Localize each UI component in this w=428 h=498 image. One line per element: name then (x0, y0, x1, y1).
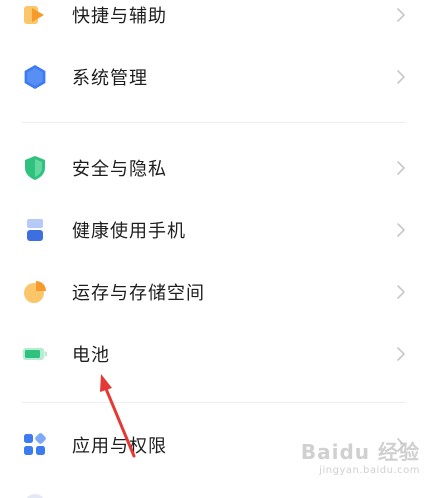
section-divider (22, 122, 406, 123)
shortcut-accessibility-icon (24, 6, 44, 24)
chevron-right-icon (397, 347, 405, 361)
battery-icon (23, 348, 47, 360)
system-management-icon (24, 65, 46, 89)
baidu-jingyan-watermark: Baidu 经验 jingyan.baidu.com (301, 436, 420, 476)
digital-wellbeing-hourglass-icon (27, 219, 43, 241)
settings-item-label: 电池 (72, 345, 110, 366)
chevron-right-icon (397, 223, 405, 237)
settings-list: 快捷与辅助 系统管理 安全与隐私 健康使用手机 运存与存储空间 电池 应用与权限 (0, 0, 428, 498)
chevron-right-icon (397, 8, 405, 22)
settings-item-storage[interactable]: 运存与存储空间 (0, 261, 428, 323)
settings-item-label: 系统管理 (72, 68, 148, 89)
section-divider (22, 402, 406, 403)
settings-item-label: 快捷与辅助 (72, 6, 167, 27)
settings-item-system[interactable]: 系统管理 (0, 46, 428, 108)
settings-item-label: 健康使用手机 (72, 221, 186, 242)
settings-item-label: 安全与隐私 (72, 159, 167, 180)
storage-pie-chart-icon (24, 281, 46, 303)
watermark-subtext: jingyan.baidu.com (319, 465, 420, 476)
settings-item-next-partial[interactable] (0, 490, 428, 498)
settings-item-shortcuts[interactable]: 快捷与辅助 (0, 0, 428, 46)
annotation-arrow-icon (100, 374, 136, 458)
security-privacy-shield-icon (25, 156, 45, 180)
chevron-right-icon (397, 161, 405, 175)
settings-item-security-privacy[interactable]: 安全与隐私 (0, 137, 428, 199)
settings-item-battery[interactable]: 电池 (0, 323, 428, 385)
chevron-right-icon (397, 285, 405, 299)
settings-item-label: 运存与存储空间 (72, 283, 205, 304)
chevron-right-icon (397, 70, 405, 84)
apps-permissions-grid-icon (24, 433, 46, 455)
watermark-text: Baidu 经验 (300, 440, 420, 464)
settings-item-digital-wellbeing[interactable]: 健康使用手机 (0, 199, 428, 261)
partial-item-icon (26, 494, 44, 498)
